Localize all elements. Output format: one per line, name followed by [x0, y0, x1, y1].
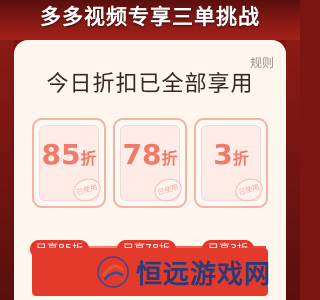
discount-unit: 折 — [232, 149, 249, 168]
discount-value: 3折 — [196, 138, 266, 171]
discount-cards: 85折 已使用 78折 已使用 3折 已使用 已享85折 已享78折 已享3折 — [14, 118, 286, 258]
discount-number: 3 — [213, 138, 233, 171]
discount-card-1: 85折 已使用 — [32, 118, 106, 208]
discount-card-2: 78折 已使用 — [113, 118, 187, 208]
panel-title: 今日折扣已全部享用 — [46, 72, 254, 97]
discount-unit: 折 — [80, 149, 97, 168]
watermark-text: 恒远游戏网 — [136, 259, 272, 290]
discount-card-3: 3折 已使用 — [194, 118, 268, 208]
site-watermark: 恒远游戏网 — [96, 252, 296, 292]
discount-unit: 折 — [161, 149, 178, 168]
discount-number: 78 — [122, 138, 162, 171]
challenge-headline: 多多视频专享三单挑战 — [40, 5, 260, 29]
left-backdrop — [0, 40, 14, 300]
discount-value: 85折 — [34, 138, 104, 171]
watermark-logo-icon — [96, 255, 130, 289]
discount-number: 85 — [41, 138, 81, 171]
discount-value: 78折 — [115, 138, 185, 171]
